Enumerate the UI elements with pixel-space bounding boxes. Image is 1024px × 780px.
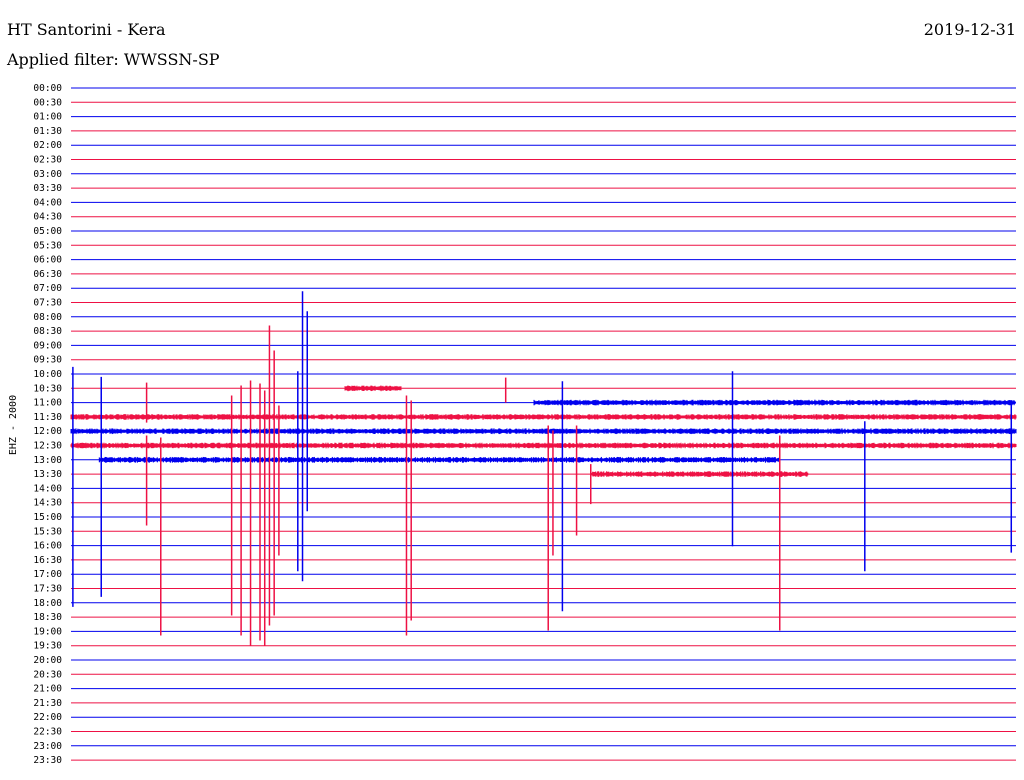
time-label: 05:00	[33, 226, 62, 237]
time-label: 07:00	[33, 283, 62, 294]
time-label: 17:00	[33, 569, 62, 580]
time-label: 06:30	[33, 269, 62, 280]
time-label: 18:00	[33, 598, 62, 609]
time-label: 21:30	[33, 698, 62, 709]
time-label: 06:00	[33, 255, 62, 266]
time-label: 14:00	[33, 483, 62, 494]
time-label: 21:00	[33, 684, 62, 695]
trace-segment	[98, 456, 780, 463]
time-label: 12:30	[33, 441, 62, 452]
trace-segment	[70, 428, 1017, 435]
time-label: 10:30	[33, 383, 62, 394]
time-label: 02:30	[33, 155, 62, 166]
time-label: 01:30	[33, 126, 62, 137]
trace-segment	[590, 471, 809, 478]
seismic-traces	[70, 291, 1017, 646]
channel-label: EHZ - 2000	[8, 395, 19, 455]
time-label: 00:30	[33, 97, 62, 108]
time-label: 03:30	[33, 183, 62, 194]
trace-segment	[70, 442, 1017, 449]
time-label: 07:30	[33, 298, 62, 309]
time-label: 01:00	[33, 112, 62, 123]
trace-rows	[71, 87, 1016, 761]
time-label: 00:00	[33, 83, 62, 94]
trace-segment	[533, 399, 1016, 406]
time-label: 11:30	[33, 412, 62, 423]
time-label: 12:00	[33, 426, 62, 437]
time-label: 09:30	[33, 355, 62, 366]
time-label: 16:00	[33, 541, 62, 552]
time-label: 16:30	[33, 555, 62, 566]
time-label: 13:00	[33, 455, 62, 466]
time-label: 02:00	[33, 140, 62, 151]
time-label: 03:00	[33, 169, 62, 180]
time-label: 23:30	[33, 755, 62, 766]
time-label: 05:30	[33, 240, 62, 251]
time-label: 08:30	[33, 326, 62, 337]
time-label: 04:30	[33, 212, 62, 223]
time-label: 08:00	[33, 312, 62, 323]
time-label: 18:30	[33, 612, 62, 623]
time-labels: 00:00 00:30 01:00 01:30 02:00 02:30 03:00 03:30…	[33, 83, 62, 766]
time-label: 15:00	[33, 512, 62, 523]
time-label: 19:30	[33, 641, 62, 652]
time-label: 17:30	[33, 584, 62, 595]
time-label: 22:00	[33, 712, 62, 723]
time-label: 22:30	[33, 727, 62, 738]
trace-segment	[344, 385, 402, 392]
time-label: 09:00	[33, 340, 62, 351]
time-label: 20:30	[33, 669, 62, 680]
time-label: 19:00	[33, 626, 62, 637]
time-label: 13:30	[33, 469, 62, 480]
time-label: 11:00	[33, 398, 62, 409]
time-label: 10:00	[33, 369, 62, 380]
helicorder-plot: 00:00 00:30 01:00 01:30 02:00 02:30 03:00 03:30…	[8, 83, 1017, 766]
time-label: 15:30	[33, 526, 62, 537]
time-label: 04:00	[33, 197, 62, 208]
trace-segment	[70, 413, 1017, 420]
time-label: 23:00	[33, 741, 62, 752]
time-label: 14:30	[33, 498, 62, 509]
time-label: 20:00	[33, 655, 62, 666]
